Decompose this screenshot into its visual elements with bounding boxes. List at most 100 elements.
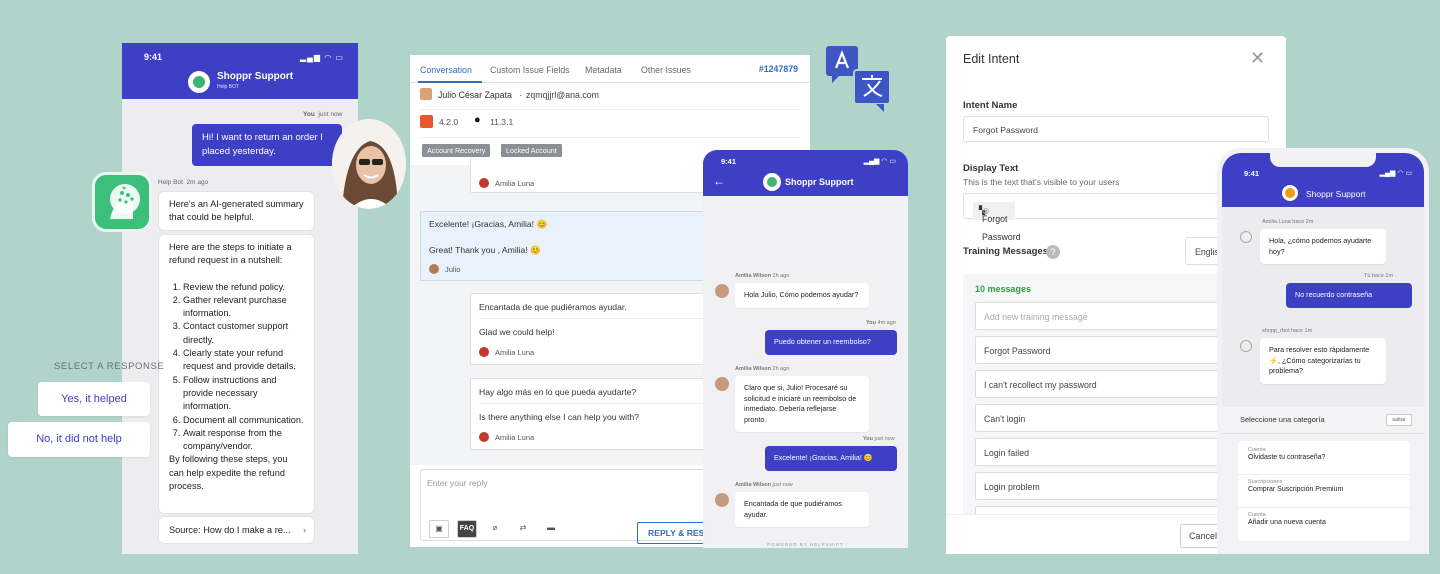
divider — [1238, 474, 1410, 475]
attach-screenshot-icon[interactable]: ▣ — [429, 520, 449, 538]
category-key: Cuenta — [1248, 447, 1266, 453]
bot-name: Shoppr Support — [1306, 189, 1366, 199]
bot-face-icon — [1240, 231, 1252, 243]
user-message-bubble: Hi! I want to return an order I placed y… — [192, 124, 342, 166]
ticket-id[interactable]: #1247879 — [759, 64, 798, 74]
customer-short-name: Julio — [445, 265, 461, 274]
user-bubble: No recuerdo contraseña — [1286, 283, 1412, 308]
message-meta: shopp_rbot hace 1m — [1262, 328, 1313, 334]
option-yes-button[interactable]: Yes, it helped — [38, 382, 150, 416]
agent-name: Amilia Luna — [495, 179, 535, 188]
training-message-text: Forgot Password — [984, 346, 1051, 356]
category-option[interactable]: Cuenta Añadir una nueva cuenta — [1248, 512, 1404, 526]
bot-avatar — [188, 71, 210, 93]
steps-intro: Here are the steps to initiate a refund … — [169, 242, 292, 266]
steps-list: Review the refund policy. Gather relevan… — [169, 281, 304, 454]
message-meta: Amilia Wilson 2h ago — [735, 273, 790, 279]
intent-name-label: Intent Name — [963, 100, 1018, 111]
bot-head-icon — [92, 172, 152, 232]
refund-steps-card: Here are the steps to initiate a refund … — [158, 234, 315, 514]
chevron-right-icon: › — [302, 525, 306, 535]
bot-bubble: Hola, ¿cómo podemos ayudarte hoy? — [1260, 229, 1386, 264]
separator-dot: · — [519, 90, 522, 100]
category-key: Suscripciones — [1248, 479, 1283, 485]
app-version: 4.2.0 — [439, 117, 459, 127]
divider — [1222, 433, 1424, 434]
customer-email[interactable]: zqmqjjrl@ana.com — [526, 90, 599, 100]
bot-name: Shoppr Support — [785, 177, 854, 187]
signal-wifi-battery-icon: ▂▄▆ ◠ ▭ — [863, 158, 896, 165]
bot-bubble: Para resolver esto rápidamente ⚡, ¿Cómo … — [1260, 338, 1386, 384]
category-list: Cuenta Olvidaste tu contraseña? Suscripc… — [1238, 441, 1410, 541]
training-message-text: Login problem — [984, 482, 1040, 492]
agent-message-translated: Hay algo más en lo que pueda ayudarte? — [479, 387, 637, 397]
dialog-title: Edit Intent — [963, 52, 1020, 66]
source-link[interactable]: Source: How do I make a re... › — [158, 516, 315, 544]
briefcase-icon[interactable]: ▬ — [541, 520, 561, 538]
shoppr-chat-phone: 9:41 ▂▄▆ ◠ ▭ Shoppr Support Help BOT You… — [122, 43, 358, 554]
tab-custom-issue-fields[interactable]: Custom Issue Fields — [490, 65, 570, 75]
add-placeholder: Add new training message — [984, 312, 1088, 322]
category-option[interactable]: Cuenta Olvidaste tu contraseña? — [1248, 447, 1404, 461]
step-item: Document all communication. — [183, 414, 304, 427]
category-value: Añadir una nueva cuenta — [1248, 519, 1326, 526]
active-tab-underline — [418, 81, 482, 83]
step-item: Clearly state your refund request and pr… — [183, 347, 304, 374]
category-option[interactable]: Suscripciones Comprar Suscripción Premiu… — [1248, 479, 1404, 493]
reply-placeholder: Enter your reply — [427, 478, 488, 488]
option-no-button[interactable]: No, it did not help — [8, 422, 150, 457]
tab-conversation[interactable]: Conversation — [420, 65, 472, 75]
transfer-icon[interactable]: ⇄ — [513, 520, 533, 538]
customer-message-card: Excelente! ¡Gracias, Amilia! 😊 Great! Th… — [420, 211, 720, 281]
training-message-text: I can't recollect my password — [984, 380, 1097, 390]
user-bubble: Excelente! ¡Gracias, Amilia! 😊 — [765, 446, 897, 471]
chat-header: 9:41 ▂▄▆ ◠ ▭ Shoppr Support Help BOT — [122, 43, 358, 99]
tab-other-issues[interactable]: Other Issues — [641, 65, 691, 75]
translated-chat-phone: 9:41 ▂▄▆ ◠ ▭ ← Shoppr Support Amilia Wil… — [703, 150, 908, 548]
bot-message-meta: Help Bot 2m ago — [158, 179, 209, 186]
tag-account-recovery[interactable]: Account Recovery — [422, 144, 491, 157]
ai-summary-card: Here's an AI-generated summary that coul… — [158, 191, 315, 231]
divider — [420, 109, 800, 110]
chat-area: Amilia Luna hace 2m Hola, ¿cómo podemos … — [1222, 207, 1424, 407]
phone-notch — [1270, 153, 1376, 167]
chip-remove-icon[interactable]: ⊗ — [982, 202, 1010, 220]
back-arrow-icon[interactable]: ← — [713, 174, 725, 188]
customer-name: Julio César Zapata — [438, 90, 512, 100]
message-meta: Tú hace 1m — [1364, 273, 1394, 279]
paperclip-icon[interactable]: ⌀ — [485, 520, 505, 538]
divider — [1238, 507, 1410, 508]
agent-bubble: Encantada de que pudiéramos ayudar. — [735, 492, 869, 527]
intent-name-input[interactable]: Forgot Password — [963, 116, 1269, 142]
bot-avatar — [763, 173, 781, 191]
tab-metadata[interactable]: Metadata — [585, 65, 622, 75]
customer-avatar — [429, 264, 439, 274]
message-count: 10 messages — [975, 284, 1032, 294]
app-icon — [420, 115, 433, 128]
intent-name-value: Forgot Password — [973, 125, 1038, 135]
bot-avatar — [1282, 185, 1298, 201]
faq-button[interactable]: FAQ — [457, 520, 477, 538]
source-label: Source: How do I make a re... — [169, 525, 291, 535]
conversation-tabs: Conversation Custom Issue Fields Metadat… — [410, 55, 810, 83]
skip-button[interactable]: saltar — [1386, 414, 1412, 426]
user-message-meta: You just now — [303, 111, 343, 118]
status-time: 9:41 — [144, 52, 163, 62]
agent-message-original: Is there anything else I can help you wi… — [479, 412, 640, 422]
agent-name: Amilia Luna — [495, 348, 535, 357]
signal-wifi-battery-icon: ▂▄▆ ◠ ▭ — [1379, 170, 1412, 177]
agent-avatar — [479, 347, 489, 357]
display-text-chip[interactable]: ▚ Forgot Password ⊗ — [973, 202, 1021, 242]
user-bubble: Puedo obtener un reembolso? — [765, 330, 897, 355]
bot-subtitle: Help BOT — [217, 84, 239, 90]
agent-name: Amilia Luna — [495, 433, 535, 442]
category-value: Comprar Suscripción Premium — [1248, 486, 1344, 493]
step-item: Review the refund policy. — [183, 281, 304, 294]
step-item: Gather relevant purchase information. — [183, 294, 304, 321]
agent-bubble: Hola Julio, Cómo podemos ayudar? — [735, 283, 869, 308]
agent-avatar — [715, 493, 729, 507]
tag-locked-account[interactable]: Locked Account — [501, 144, 562, 157]
close-icon[interactable]: ✕ — [1250, 48, 1265, 69]
training-message-text: Login failed — [984, 448, 1029, 458]
help-icon[interactable]: ? — [1046, 245, 1060, 259]
